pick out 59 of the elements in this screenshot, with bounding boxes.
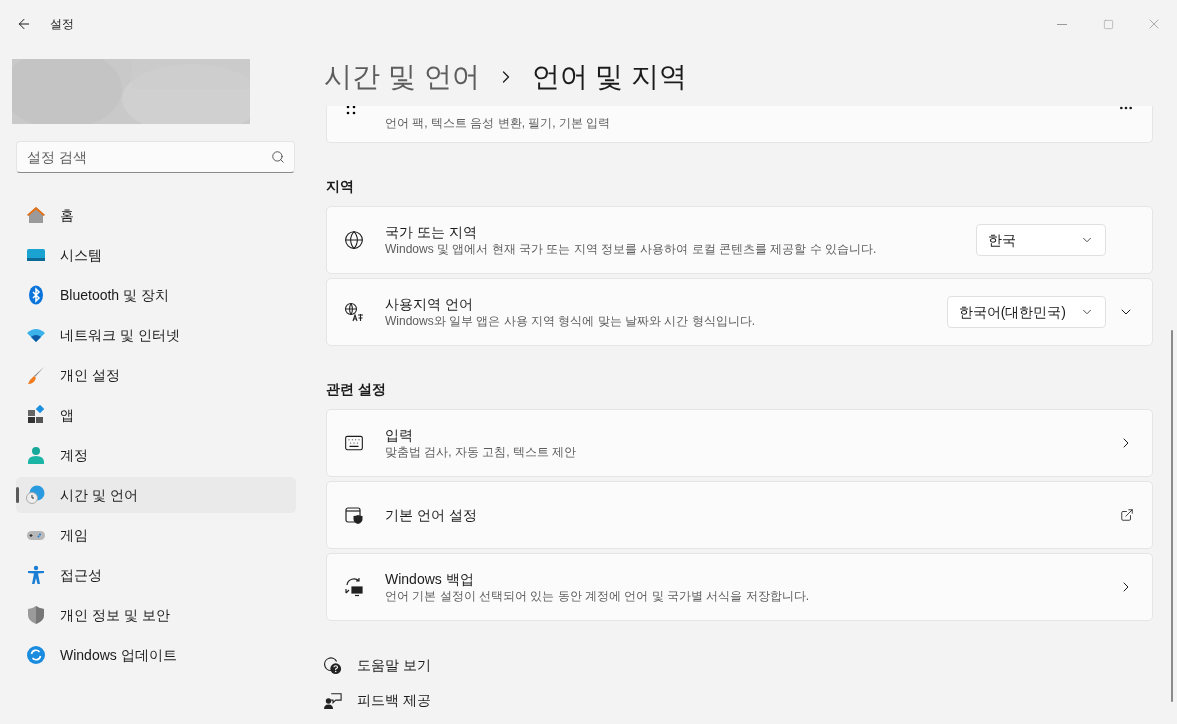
house-icon [26, 205, 46, 225]
dropdown[interactable]: 한국어(대한민국) [946, 296, 1106, 328]
setting-title: 입력 [385, 426, 414, 444]
window-shield-icon [344, 505, 364, 525]
setting-description: Windows 및 앱에서 현재 국가 또는 지역 정보를 사용하여 로컬 콘텐츠를 제공할 수 있습니다. [385, 241, 878, 257]
nav-item[interactable]: 네트워크 및 인터넷 [16, 317, 296, 353]
setting-title: 국가 또는 지역 [385, 223, 478, 241]
nav-item[interactable]: 접근성 [16, 557, 296, 593]
search-icon [271, 150, 285, 164]
sync-monitor-icon [344, 577, 364, 597]
nav-item[interactable]: 시간 및 언어 [16, 477, 296, 513]
brush-icon [26, 365, 46, 385]
window-title: 설정 [50, 16, 74, 33]
apps-icon [26, 405, 46, 425]
settings-card[interactable]: 사용지역 언어 Windows와 일부 앱은 사용 지역 형식에 맞는 날짜와 시간 형식입니다. 한국어(대한민국) [326, 278, 1153, 346]
settings-card[interactable]: 기본 언어 설정 [326, 481, 1153, 549]
settings-card[interactable]: 언어 팩, 텍스트 음성 변환, 필기, 기본 입력 [326, 106, 1153, 143]
setting-title: 기본 언어 설정 [385, 506, 478, 524]
setting-title: 사용지역 언어 [385, 295, 474, 313]
nav-item[interactable]: 개인 설정 [16, 357, 296, 393]
section-heading: 지역 [326, 177, 355, 196]
keyboard-icon [344, 433, 364, 453]
search-field[interactable]: 설정 검색 [16, 141, 295, 173]
nav-item[interactable]: 시스템 [16, 237, 296, 273]
maximize-icon [1102, 18, 1114, 30]
nav-item[interactable]: 홈 [16, 197, 296, 233]
feedback-icon [324, 691, 342, 710]
external-link-icon [1120, 508, 1134, 522]
card-subtitle: 언어 팩, 텍스트 음성 변환, 필기, 기본 입력 [385, 115, 611, 132]
settings-card[interactable]: 국가 또는 지역 Windows 및 앱에서 현재 국가 또는 지역 정보를 사용하여 로컬 콘텐츠를 제공할 수 있습니다. 한국 [326, 206, 1153, 274]
nav-item[interactable]: 앱 [16, 397, 296, 433]
page-title: 언어 및 지역 [531, 60, 688, 94]
setting-title: Windows 백업 [385, 570, 475, 588]
nav-item[interactable]: 개인 정보 및 보안 [16, 597, 296, 633]
footer-link[interactable]: 피드백 제공 [357, 690, 431, 711]
globe-icon [344, 230, 364, 250]
settings-card[interactable]: Windows 백업 언어 기본 설정이 선택되어 있는 동안 계정에 언어 및 국가별 서식을 저장합니다. [326, 553, 1153, 621]
section-heading: 관련 설정 [326, 380, 387, 399]
dropdown[interactable]: 한국 [976, 224, 1106, 256]
bluetooth-icon [26, 285, 46, 305]
nav-item[interactable]: 계정 [16, 437, 296, 473]
shield-icon [26, 605, 46, 625]
update-icon [26, 645, 46, 665]
setting-description: 언어 기본 설정이 선택되어 있는 동안 계정에 언어 및 국가별 서식을 저장합니다. [385, 588, 810, 604]
setting-description: Windows와 일부 앱은 사용 지역 형식에 맞는 날짜와 시간 형식입니다. [385, 313, 757, 329]
breadcrumb-link[interactable]: 시간 및 언어 [324, 56, 480, 98]
accessibility-icon [26, 565, 46, 585]
globe-clock-icon [26, 485, 46, 505]
nav-item[interactable]: Bluetooth 및 장치 [16, 277, 296, 313]
scrollbar[interactable] [1171, 330, 1173, 702]
person-icon [26, 445, 46, 465]
footer-link[interactable]: 도움말 보기 [357, 655, 431, 676]
help-icon [324, 656, 342, 675]
minimize-icon [1057, 23, 1067, 25]
nav-item[interactable]: 게임 [16, 517, 296, 553]
language-icon [344, 302, 364, 322]
nav-item[interactable]: Windows 업데이트 [16, 637, 296, 673]
settings-card[interactable]: 입력 맞춤법 검사, 자동 고침, 텍스트 제안 [326, 409, 1153, 477]
setting-description: 맞춤법 검사, 자동 고침, 텍스트 제안 [385, 444, 578, 460]
